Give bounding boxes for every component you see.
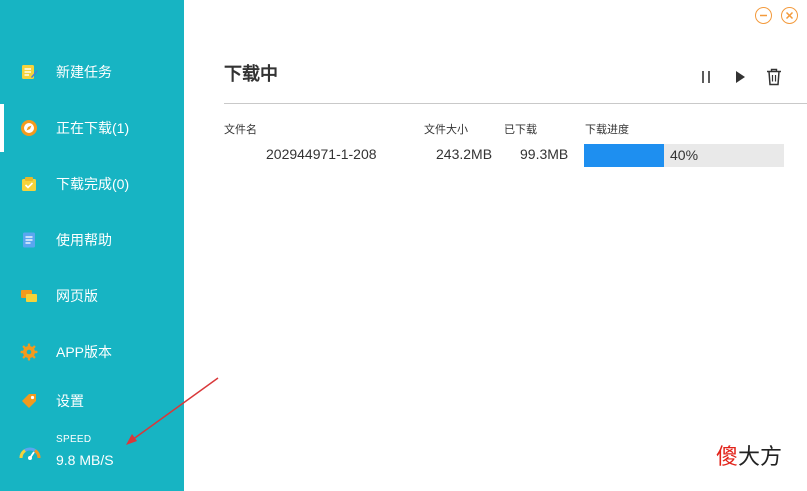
sidebar-item-label: 新建任务: [56, 64, 112, 80]
sidebar-item-label: 下载完成(0): [56, 176, 130, 192]
watermark-rest: 大方: [738, 444, 783, 469]
play-button[interactable]: [729, 66, 751, 88]
watermark: 傻大方: [716, 439, 782, 471]
page-title: 下载中: [224, 64, 278, 84]
downloaded-size: 99.3MB: [520, 146, 569, 162]
app-gear-icon: [20, 343, 38, 361]
pause-button[interactable]: [695, 66, 717, 88]
sidebar-item-settings[interactable]: 设置: [0, 377, 184, 425]
progress-fill: [584, 144, 664, 167]
column-header-downloaded: 已下载: [504, 124, 537, 136]
pause-icon: [702, 71, 710, 83]
speed-label: SPEED: [56, 434, 92, 445]
web-chat-icon: [21, 290, 37, 302]
new-task-icon: [22, 65, 38, 79]
sidebar-item-help[interactable]: 使用帮助: [0, 216, 184, 264]
watermark-first-char: 傻: [716, 444, 739, 469]
progress-percent: 40%: [670, 147, 699, 163]
sidebar-item-completed[interactable]: 下载完成(0): [0, 160, 184, 208]
close-icon: [785, 11, 794, 20]
speedometer-icon: [19, 447, 41, 460]
sidebar-item-label: 网页版: [56, 288, 98, 304]
sidebar-item-label: APP版本: [56, 344, 113, 360]
header-divider: [224, 103, 807, 104]
sidebar-item-label: 正在下载(1): [56, 120, 130, 136]
file-size: 243.2MB: [436, 146, 493, 162]
column-header-progress: 下载进度: [585, 124, 629, 136]
file-name: 202944971-1-208: [266, 146, 377, 162]
column-header-filename: 文件名: [224, 124, 257, 136]
play-icon: [736, 71, 745, 83]
compass-icon: [21, 120, 37, 136]
sidebar: 新建任务 正在下载(1) 下载完成(0) 使用帮助 网页版 APP版本 设置 S…: [0, 0, 184, 491]
minimize-button[interactable]: [755, 7, 772, 24]
sidebar-item-downloading[interactable]: 正在下载(1): [0, 104, 184, 152]
settings-tag-icon: [22, 394, 36, 408]
sidebar-item-label: 使用帮助: [56, 232, 112, 248]
speed-value: 9.8 MB/S: [56, 452, 114, 468]
completed-icon: [22, 177, 36, 191]
close-button[interactable]: [781, 7, 798, 24]
minimize-icon: [760, 14, 767, 17]
progress-bar: 40%: [584, 144, 784, 167]
help-doc-icon: [23, 232, 35, 248]
delete-button[interactable]: [763, 66, 785, 88]
sidebar-item-app[interactable]: APP版本: [0, 328, 184, 376]
trash-icon: [767, 68, 781, 86]
sidebar-item-web[interactable]: 网页版: [0, 272, 184, 320]
column-header-filesize: 文件大小: [424, 124, 468, 136]
sidebar-item-label: 设置: [56, 393, 84, 409]
sidebar-item-new-task[interactable]: 新建任务: [0, 48, 184, 96]
